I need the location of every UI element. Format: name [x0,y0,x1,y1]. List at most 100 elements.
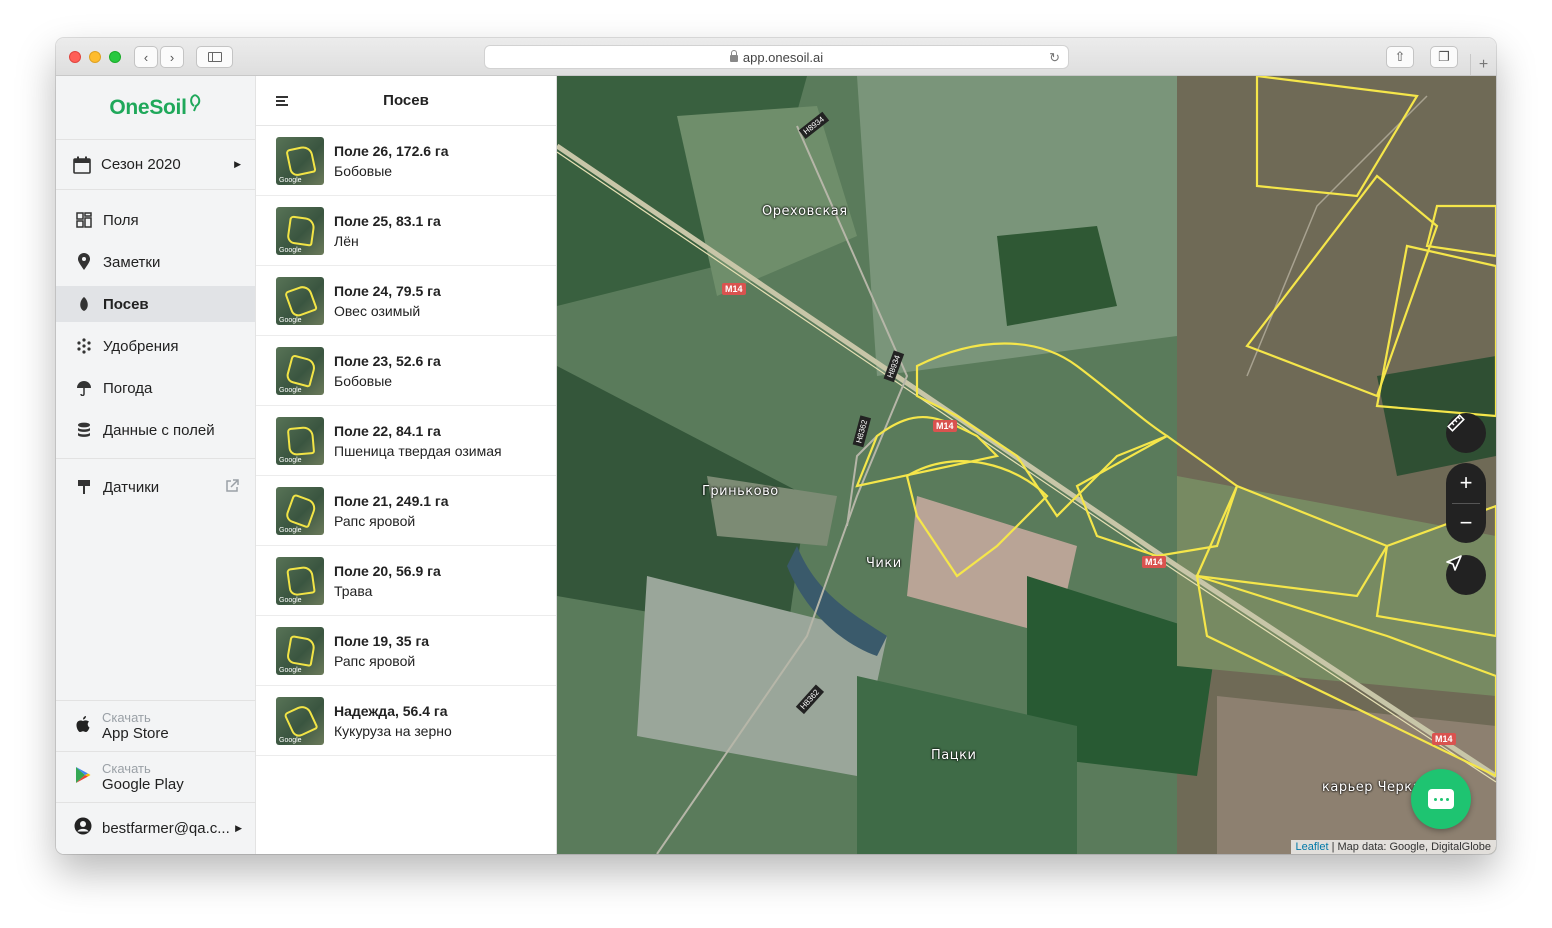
url-text: app.onesoil.ai [742,49,824,65]
attribution-text: | Map data: Google, DigitalGlobe [1331,841,1491,853]
pin-icon [75,253,93,271]
chevron-left-icon: ‹ [143,49,149,65]
field-list: Google Поле 26, 172.6 га Бобовые Google Поле… [256,126,556,756]
sidebar-item-notes[interactable]: Заметки [56,244,255,280]
road-shield: М14 [1142,556,1166,568]
field-list-item[interactable]: Google Поле 19, 35 га Рапс яровой [256,616,556,686]
field-list-item[interactable]: Google Поле 26, 172.6 га Бобовые [256,126,556,196]
google-play-link[interactable]: Скачать Google Play [56,751,256,802]
account-menu[interactable]: bestfarmer@qa.c... ▶ [56,802,256,853]
locate-button[interactable] [1446,555,1486,595]
tabs-button[interactable]: ❐ [1430,46,1458,68]
zoom-in-button[interactable]: + [1460,463,1473,503]
google-play-icon [73,766,93,789]
field-list-item[interactable]: Google Надежда, 56.4 га Кукуруза на зерно [256,686,556,756]
field-thumbnail: Google [276,276,324,325]
thumbnail-watermark: Google [279,386,302,394]
field-list-item[interactable]: Google Поле 21, 249.1 га Рапс яровой [256,476,556,546]
field-list-item[interactable]: Google Поле 25, 83.1 га Лён [256,196,556,266]
field-list-item[interactable]: Google Поле 24, 79.5 га Овес озимый [256,266,556,336]
database-icon [75,421,93,439]
thumbnail-watermark: Google [279,736,302,744]
apple-icon [73,715,93,738]
sidebar-item-label: Удобрения [103,337,179,355]
seed-icon [75,295,93,313]
field-thumbnail: Google [276,486,324,535]
share-button[interactable]: ⇧ [1386,46,1414,68]
plus-icon: + [1459,469,1473,495]
external-link-icon [225,478,239,496]
thumbnail-watermark: Google [279,666,302,674]
user-icon [73,817,93,840]
field-name: Поле 24, 79.5 га [334,282,441,299]
minimize-window-button[interactable] [89,51,101,63]
sensor-icon [75,478,93,496]
field-crop: Бобовые [334,372,393,389]
sidebar-item-field-data[interactable]: Данные с полей [56,412,255,448]
googleplay-big: Google Play [102,776,184,793]
fertilizer-icon [75,337,93,355]
share-icon: ⇧ [1394,49,1406,64]
reload-icon[interactable]: ↻ [1049,50,1060,66]
tabs-icon: ❐ [1438,49,1450,64]
field-name: Поле 25, 83.1 га [334,212,441,229]
chat-icon [1428,789,1454,809]
field-name: Поле 23, 52.6 га [334,352,441,369]
field-list-item[interactable]: Google Поле 22, 84.1 га Пшеница твердая оз… [256,406,556,476]
field-thumbnail: Google [276,346,324,395]
field-list-item[interactable]: Google Поле 23, 52.6 га Бобовые [256,336,556,406]
thumbnail-watermark: Google [279,176,302,184]
panel-title: Посев [383,92,429,109]
sidebar-item-fields[interactable]: Поля [56,202,255,238]
menu-icon[interactable] [276,96,288,108]
app-store-link[interactable]: Скачать App Store [56,700,256,751]
field-name: Поле 19, 35 га [334,632,430,649]
chevron-right-icon: › [169,49,175,65]
sidebar-item-label: Заметки [103,253,161,271]
leaflet-link[interactable]: Leaflet [1296,841,1329,853]
sidebar-item-fertilizers[interactable]: Удобрения [56,328,255,364]
ruler-icon [1447,414,1465,432]
field-name: Поле 20, 56.9 га [334,562,441,579]
close-window-button[interactable] [69,51,81,63]
field-crop: Пшеница твердая озимая [334,442,502,459]
thumbnail-watermark: Google [279,456,302,464]
new-tab-button[interactable]: + [1470,54,1496,76]
road-shield: М14 [933,420,957,432]
caret-right-icon: ▶ [235,822,242,833]
season-label: Сезон 2020 [101,156,181,173]
browser-window: ‹ › app.onesoil.ai ↻ ⇧ ❐ + OneSoil Сезон… [56,38,1496,854]
place-label: Чики [866,556,902,571]
zoom-out-button[interactable]: − [1460,503,1473,543]
satellite-map[interactable]: Ореховская Гриньково Чики Пацки карьер Ч… [557,76,1496,854]
sidebar-item-weather[interactable]: Погода [56,370,255,406]
minus-icon: − [1459,510,1473,536]
maximize-window-button[interactable] [109,51,121,63]
field-name: Надежда, 56.4 га [334,702,448,719]
sidebar-item-label: Посев [103,295,149,313]
logo[interactable]: OneSoil [56,76,255,140]
field-crop: Рапс яровой [334,652,416,669]
sidebar-item-label: Погода [103,379,153,397]
sidebar-item-label: Датчики [103,478,160,496]
field-crop: Бобовые [334,162,393,179]
forward-button[interactable]: › [160,46,184,68]
sidebar-item-label: Поля [103,211,139,229]
back-button[interactable]: ‹ [134,46,158,68]
fields-icon [75,211,93,229]
season-selector[interactable]: Сезон 2020 ▶ [56,140,255,190]
browser-toolbar: ‹ › app.onesoil.ai ↻ ⇧ ❐ + [56,38,1496,76]
chat-button[interactable] [1411,769,1471,829]
address-bar[interactable]: app.onesoil.ai ↻ [484,45,1069,69]
field-thumbnail: Google [276,626,324,675]
sidebar-item-sensors[interactable]: Датчики [56,469,255,505]
thumbnail-watermark: Google [279,526,302,534]
account-email: bestfarmer@qa.c... [102,819,230,837]
field-crop: Рапс яровой [334,512,416,529]
field-thumbnail: Google [276,206,324,255]
sidebar-toggle-button[interactable] [196,46,233,68]
ruler-button[interactable] [1446,413,1486,453]
sidebar-item-sowing[interactable]: Посев [56,286,255,322]
field-list-item[interactable]: Google Поле 20, 56.9 га Трава [256,546,556,616]
thumbnail-watermark: Google [279,316,302,324]
